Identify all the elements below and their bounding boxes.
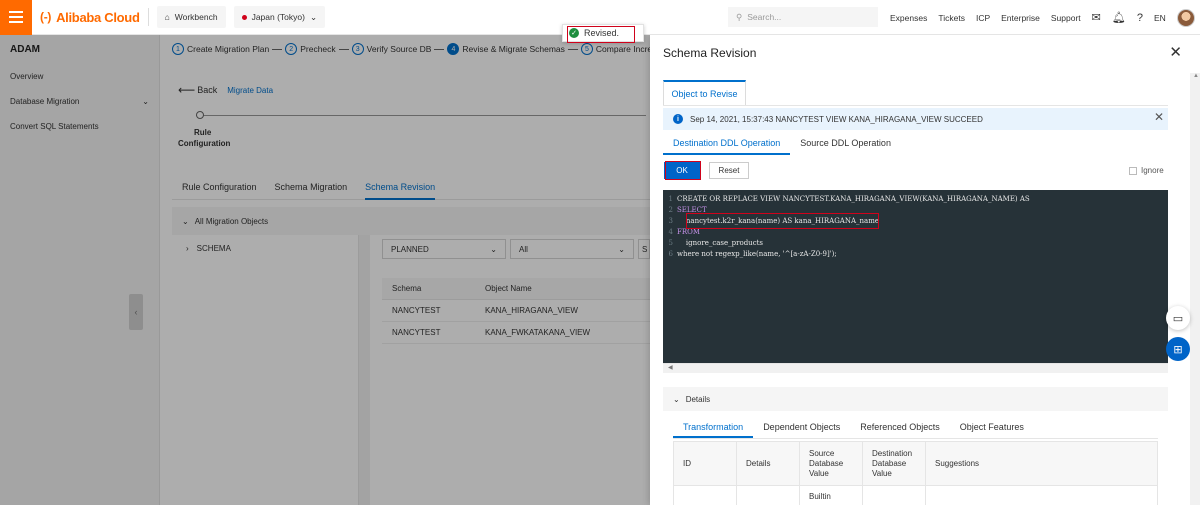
chevron-down-icon: ⌄: [309, 11, 318, 22]
tab-dependent-objects[interactable]: Dependent Objects: [753, 419, 850, 438]
grid-icon: ⊞: [1173, 343, 1183, 356]
code-line: 2 SELECT: [663, 205, 1168, 216]
check-icon: ✓: [569, 28, 579, 38]
tab-referenced-objects[interactable]: Referenced Objects: [850, 419, 950, 438]
message-icon[interactable]: ✉: [1092, 11, 1101, 24]
search-placeholder: Search...: [747, 12, 782, 22]
table-row[interactable]: Builtin: [674, 486, 1157, 505]
close-icon[interactable]: ✕: [1154, 110, 1164, 124]
ignore-label: Ignore: [1141, 166, 1164, 175]
nav-icp[interactable]: ICP: [976, 13, 990, 23]
close-icon[interactable]: ✕: [1169, 43, 1182, 61]
code-line: 1 CREATE OR REPLACE VIEW NANCYTEST.KANA_H…: [663, 194, 1168, 205]
column-header-suggestions: Suggestions: [935, 458, 980, 468]
help-icon[interactable]: ?: [1137, 12, 1143, 24]
column-header-source-value: Source Database Value: [800, 442, 863, 485]
cell-suggestions: [926, 486, 1157, 505]
tab-destination-ddl[interactable]: Destination DDL Operation: [663, 135, 791, 155]
editor-horizontal-scrollbar[interactable]: ◀: [663, 363, 1168, 373]
scroll-up-icon[interactable]: ▲: [1193, 73, 1199, 79]
line-number: 1: [668, 195, 673, 203]
search-input[interactable]: ⚲ Search...: [728, 7, 878, 27]
panel-title: Schema Revision: [663, 46, 757, 60]
code-line: 3 nancytest.k2r_kana(name) AS kana_HIRAG…: [663, 216, 1168, 227]
region-selector[interactable]: Japan (Tokyo) ⌄: [233, 6, 326, 28]
line-number: 3: [668, 217, 673, 225]
apps-button[interactable]: ⊞: [1166, 337, 1190, 361]
tab-transformation[interactable]: Transformation: [673, 419, 754, 438]
info-message-bar: i Sep 14, 2021, 15:37:43 NANCYTEST VIEW …: [663, 108, 1168, 130]
line-number: 4: [668, 228, 673, 236]
info-message: Sep 14, 2021, 15:37:43 NANCYTEST VIEW KA…: [690, 114, 983, 124]
toast-message: Revised.: [584, 28, 620, 38]
schema-revision-panel: Schema Revision ✕ ▲ Object to Revise i S…: [650, 35, 1200, 505]
japan-flag-icon: [241, 14, 247, 20]
cell-details: [737, 486, 800, 505]
home-icon: ⌂: [164, 12, 170, 22]
cell-destination-value: [863, 486, 926, 505]
transformation-table: ID Details Source Database Value Destina…: [673, 441, 1158, 505]
reset-button[interactable]: Reset: [709, 162, 749, 179]
ignore-checkbox[interactable]: Ignore: [1129, 166, 1164, 175]
scroll-left-icon[interactable]: ◀: [668, 365, 673, 371]
line-number: 2: [668, 206, 673, 214]
bell-icon[interactable]: 🔔︎: [1112, 11, 1126, 24]
tab-object-features[interactable]: Object Features: [950, 419, 1034, 438]
brand-name: Alibaba Cloud: [56, 9, 140, 25]
code-text: where not regexp_like(name, '^[a-zA-Z0-9…: [677, 250, 837, 258]
avatar[interactable]: [1176, 8, 1195, 27]
details-section-header[interactable]: ⌄ Details: [663, 387, 1168, 411]
tab-divider: [663, 105, 1168, 106]
code-text: CREATE OR REPLACE VIEW NANCYTEST.KANA_HI…: [677, 195, 1030, 203]
modal-overlay[interactable]: [0, 35, 650, 505]
code-line: 5 ignore_case_products: [663, 238, 1168, 249]
code-text: SELECT: [677, 206, 707, 214]
code-line: 6 where not regexp_like(name, '^[a-zA-Z0-…: [663, 249, 1168, 260]
revised-toast: ✓ Revised.: [562, 24, 644, 42]
nav-expenses[interactable]: Expenses: [890, 13, 927, 23]
detail-tabs: Transformation Dependent Objects Referen…: [673, 419, 1158, 439]
feedback-button[interactable]: ▭: [1166, 306, 1190, 330]
menu-icon[interactable]: [0, 0, 32, 35]
info-icon: i: [673, 114, 683, 124]
code-line: 4 FROM: [663, 227, 1168, 238]
search-icon: ⚲: [736, 11, 743, 22]
code-text: FROM: [677, 228, 701, 236]
nav-support[interactable]: Support: [1051, 13, 1081, 23]
table-header: ID Details Source Database Value Destina…: [674, 442, 1157, 486]
tab-object-to-revise[interactable]: Object to Revise: [663, 80, 746, 106]
alibaba-cloud-icon: (-): [40, 10, 52, 24]
line-number: 5: [668, 239, 673, 247]
workbench-button[interactable]: ⌂ Workbench: [156, 6, 226, 28]
panel-scrollbar[interactable]: [1190, 73, 1200, 505]
column-header-details: Details: [737, 442, 800, 485]
divider: [147, 8, 149, 26]
details-label: Details: [685, 394, 711, 404]
code-text: ignore_case_products: [677, 239, 764, 247]
column-header-id: ID: [674, 442, 737, 485]
workbench-label: Workbench: [174, 12, 218, 22]
brand-logo[interactable]: (-) Alibaba Cloud: [40, 10, 140, 25]
chevron-down-icon: ⌄: [673, 394, 680, 404]
top-nav: Expenses Tickets ICP Enterprise Support …: [890, 0, 1195, 35]
ok-button[interactable]: OK: [664, 162, 700, 179]
cell-source-value: Builtin: [800, 486, 863, 505]
sql-editor[interactable]: 1 CREATE OR REPLACE VIEW NANCYTEST.KANA_H…: [663, 190, 1168, 363]
code-text: nancytest.k2r_kana(name) AS kana_HIRAGAN…: [677, 217, 879, 225]
language-selector[interactable]: EN: [1154, 13, 1166, 23]
ddl-tabs: Destination DDL Operation Source DDL Ope…: [663, 135, 901, 155]
checkbox-icon: [1129, 166, 1137, 175]
nav-tickets[interactable]: Tickets: [938, 13, 965, 23]
line-number: 6: [668, 250, 673, 258]
region-label: Japan (Tokyo): [251, 12, 305, 22]
chat-icon: ▭: [1172, 312, 1184, 325]
column-header-destination-value: Destination Database Value: [863, 442, 926, 485]
nav-enterprise[interactable]: Enterprise: [1001, 13, 1040, 23]
tab-source-ddl[interactable]: Source DDL Operation: [790, 135, 901, 155]
cell-id: [674, 486, 737, 505]
